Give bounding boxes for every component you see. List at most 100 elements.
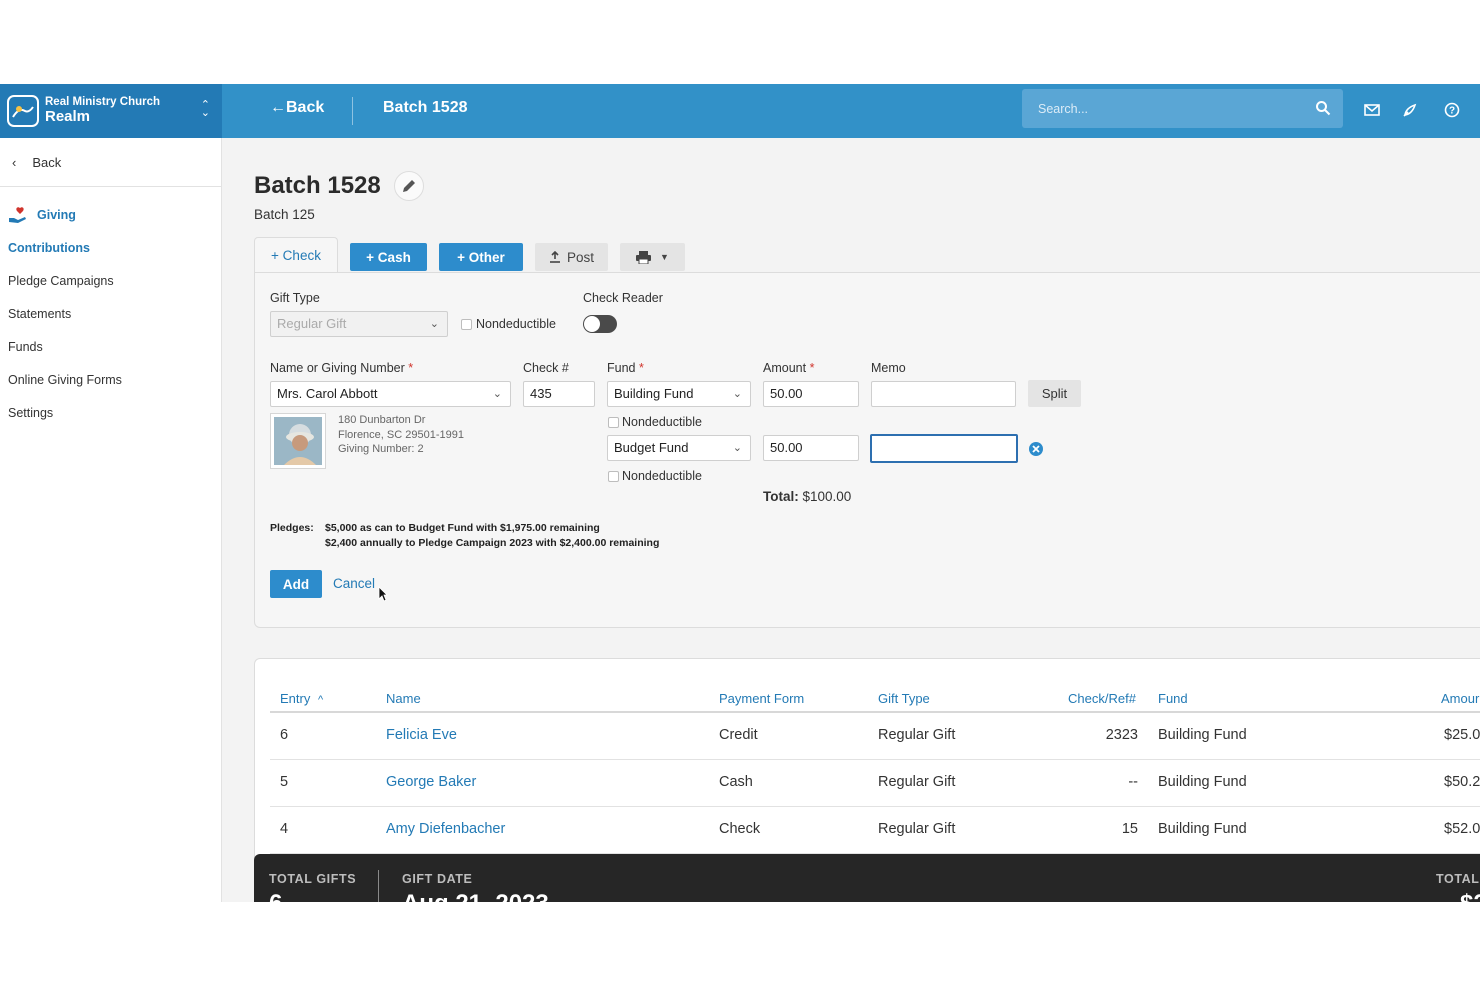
total-label: Total: [763,489,799,504]
batch-total-label: TOTAL [1436,872,1480,886]
main-content: Batch 1528 Batch 125 + Check + Cash + Ot… [222,138,1480,902]
check-number-input[interactable]: 435 [523,381,595,407]
batch-summary-bar: TOTAL GIFTS 6 GIFT DATE Aug 21, 2023 TOT… [254,854,1480,902]
edit-title-button[interactable] [394,171,424,201]
gift-entry-form: Gift Type Regular Gift ⌄ Nondeductible C… [254,272,1480,628]
sort-ascending-icon: ^ [317,694,324,706]
line-nondeductible-checkbox-2[interactable] [608,471,619,482]
cell-fund: Building Fund [1158,774,1247,790]
sidebar-item-online-giving-forms[interactable]: Online Giving Forms [0,364,221,397]
sidebar-item-contributions[interactable]: Contributions [0,232,221,265]
print-menu-button[interactable]: ▼ [620,243,685,271]
gift-nondeductible-checkbox[interactable] [461,319,472,330]
amount-input-1[interactable]: 50.00 [763,381,859,407]
top-divider [352,97,353,125]
sidebar-item-settings[interactable]: Settings [0,397,221,430]
memo-input-2[interactable] [870,434,1018,463]
tab-check[interactable]: + Check [254,237,338,273]
gift-type-select: Regular Gift ⌄ [270,311,448,337]
memo-input-1[interactable] [871,381,1016,407]
add-other-button[interactable]: + Other [439,243,523,271]
top-back-link[interactable]: ←Back [270,99,324,117]
fund-select-1[interactable]: Building Fund ⌄ [607,381,751,407]
chevron-up-down-icon[interactable]: ⌃ ⌄ [201,100,210,119]
printer-icon [636,250,652,264]
add-button[interactable]: Add [270,570,322,598]
sidebar-back-label: Back [32,154,62,170]
donor-avatar [270,413,326,469]
cancel-link[interactable]: Cancel [333,576,375,591]
sidebar-item-statements[interactable]: Statements [0,298,221,331]
cell-name-link[interactable]: Amy Diefenbacher [386,821,505,837]
column-header-gift-type[interactable]: Gift Type [878,691,930,706]
sidebar: ‹ Back Giving Contributions Pledge Campa… [0,138,222,902]
cell-fund: Building Fund [1158,821,1247,837]
gift-date-value: Aug 21, 2023 [402,890,549,902]
cell-check-ref: 15 [1121,821,1138,837]
sidebar-section-giving[interactable]: Giving [0,204,221,226]
org-switcher[interactable]: Real Ministry Church Realm ⌃ ⌄ [0,84,222,138]
cell-check-ref: 2323 [1105,727,1138,743]
cell-name-link[interactable]: George Baker [386,774,476,790]
column-header-check-ref[interactable]: Check/Ref# [1068,691,1136,706]
line-nondeductible-label-1: Nondeductible [622,415,702,429]
gift-nondeductible-label: Nondeductible [476,317,556,331]
column-header-entry[interactable]: Entry ^ [280,691,323,706]
split-button[interactable]: Split [1028,380,1081,407]
check-reader-toggle[interactable] [583,315,617,333]
gift-type-value: Regular Gift [277,316,347,331]
top-title: Batch 1528 [383,99,468,116]
cell-name-link[interactable]: Felicia Eve [386,727,457,743]
line-nondeductible-checkbox-1[interactable] [608,417,619,428]
mail-icon[interactable] [1362,100,1382,120]
cell-amount: $50.2 [1444,774,1480,790]
column-header-amount[interactable]: Amour [1441,691,1479,706]
search-icon[interactable] [1315,100,1331,116]
donor-address-line-2: Florence, SC 29501-1991 [338,428,464,441]
cell-fund: Building Fund [1158,727,1247,743]
top-back-label: Back [286,99,325,116]
remove-line-icon[interactable] [1028,441,1044,457]
chevron-left-icon: ‹ [12,154,17,170]
help-icon[interactable]: ? [1442,100,1462,120]
table-row[interactable]: 5 George Baker Cash Regular Gift -- Buil… [270,760,1480,807]
table-row[interactable]: 4 Amy Diefenbacher Check Regular Gift 15… [270,807,1480,854]
post-label: Post [566,249,594,265]
total-value: $100.00 [802,489,852,504]
post-button[interactable]: Post [535,243,608,271]
pencil-icon [403,180,415,192]
chevron-down-icon: ⌄ [732,442,742,454]
app-window: Real Ministry Church Realm ⌃ ⌄ ←Back Batc… [0,84,1480,902]
name-giving-number-select[interactable]: Mrs. Carol Abbott ⌄ [270,381,511,407]
search-box [1022,89,1343,128]
sidebar-back-link[interactable]: ‹ Back [0,138,221,187]
rocket-icon[interactable] [1400,100,1420,120]
cell-gift-type: Regular Gift [878,774,956,790]
column-header-name[interactable]: Name [386,691,421,706]
check-number-label: Check # [523,361,569,375]
amount-input-2[interactable]: 50.00 [763,435,859,461]
gift-type-label: Gift Type [270,291,320,305]
add-cash-button[interactable]: + Cash [350,243,427,271]
column-header-payment-form[interactable]: Payment Form [719,691,804,706]
svg-text:?: ? [1449,106,1455,117]
sidebar-item-funds[interactable]: Funds [0,331,221,364]
column-header-fund[interactable]: Fund [1158,691,1188,706]
search-input[interactable] [1022,89,1302,128]
pledges-list: $5,000 as can to Budget Fund with $1,975… [325,521,659,550]
fund-select-2[interactable]: Budget Fund ⌄ [607,435,751,461]
fund-value-1: Building Fund [614,386,694,401]
cell-amount: $52.0 [1444,821,1480,837]
donor-address: 180 Dunbarton Dr Florence, SC 29501-1991… [338,413,464,457]
fund-label: Fund * [607,361,644,375]
sidebar-item-pledge-campaigns[interactable]: Pledge Campaigns [0,265,221,298]
name-value: Mrs. Carol Abbott [277,386,378,401]
table-row[interactable]: 6 Felicia Eve Credit Regular Gift 2323 B… [270,713,1480,760]
page-subtitle: Batch 125 [254,207,315,222]
check-reader-label: Check Reader [583,291,663,305]
gift-date-label: GIFT DATE [402,872,473,886]
cell-payment-form: Check [719,821,761,837]
pledges-label: Pledges: [270,522,314,534]
mouse-cursor-icon [378,586,388,602]
chevron-down-icon: ⌄ [492,388,502,400]
